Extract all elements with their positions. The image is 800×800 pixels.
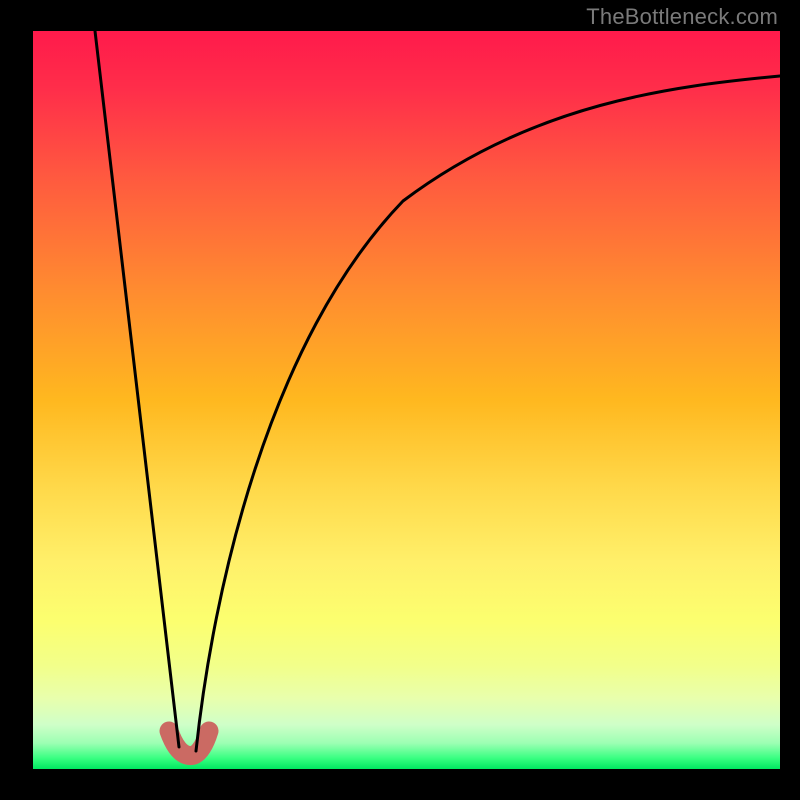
plot-area [33, 31, 780, 769]
outer-frame: TheBottleneck.com [0, 0, 800, 800]
watermark-text: TheBottleneck.com [586, 4, 778, 30]
chart-svg [33, 31, 780, 769]
gradient-background [33, 31, 780, 769]
